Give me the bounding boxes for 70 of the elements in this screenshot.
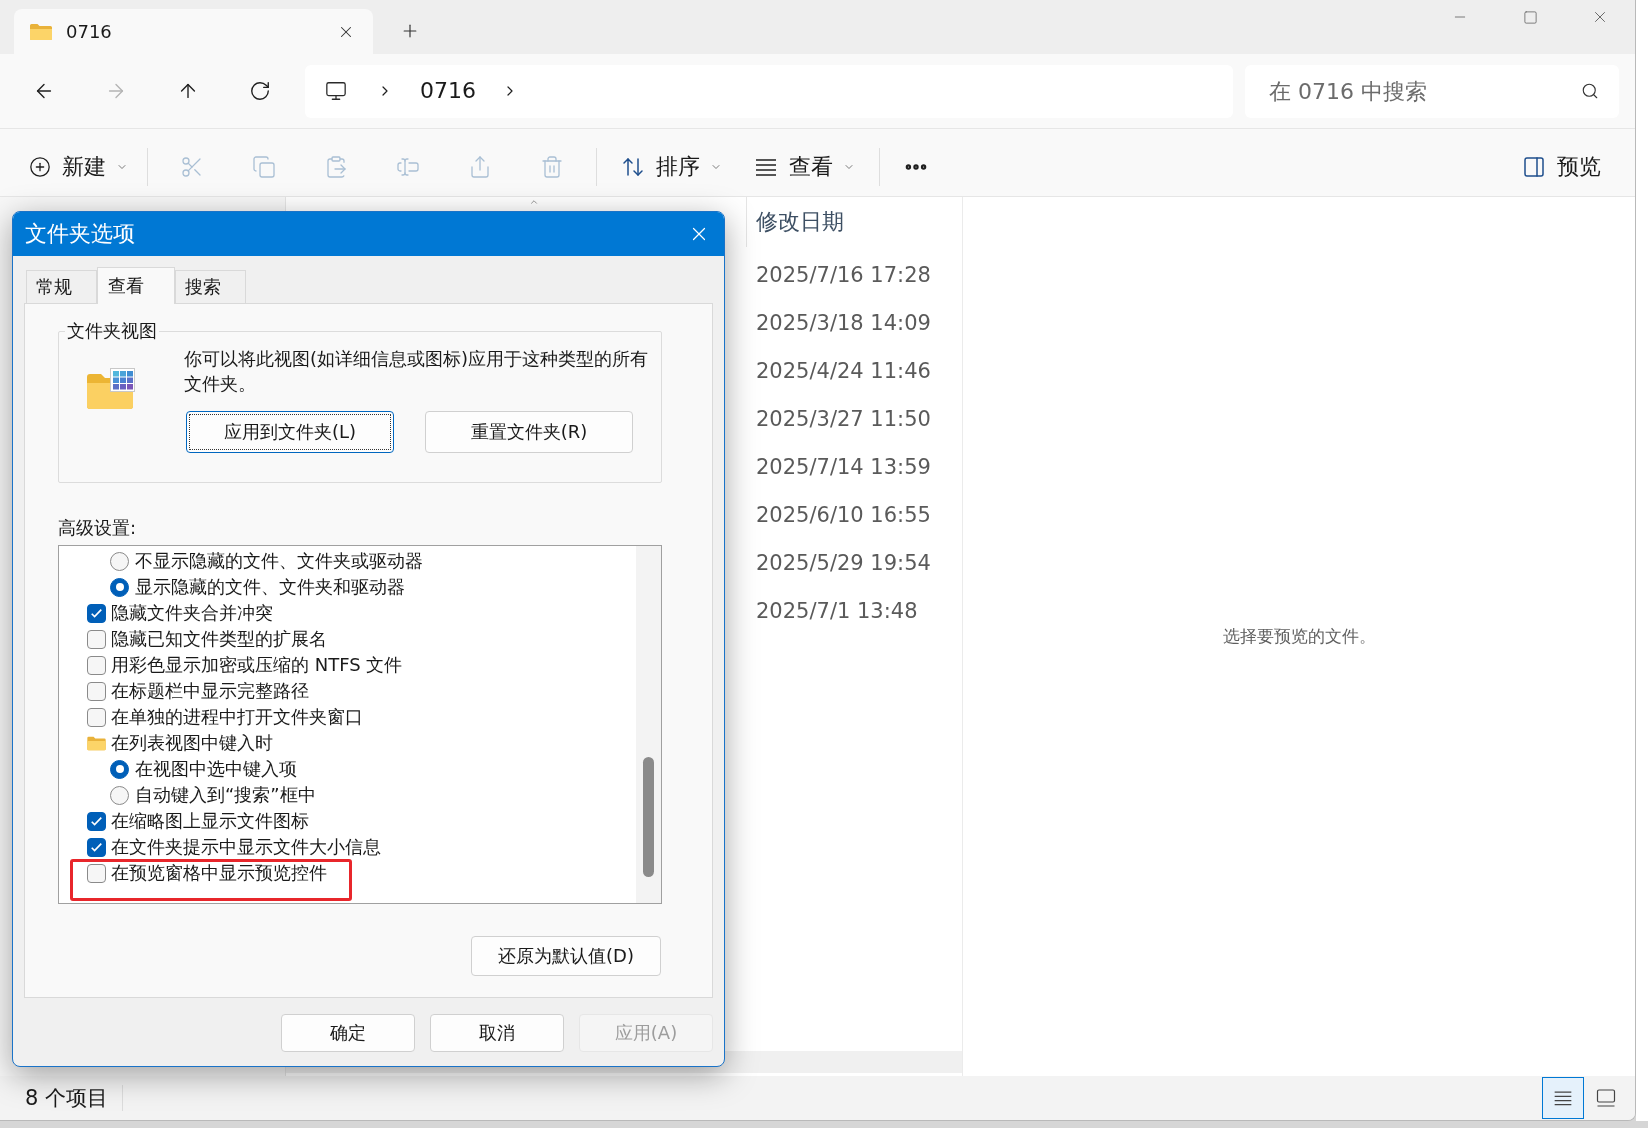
date-cell: 2025/7/14 13:59 — [756, 456, 931, 478]
dialog-title: 文件夹选项 — [25, 223, 135, 245]
group-title: 文件夹视图 — [66, 319, 158, 343]
checkbox[interactable] — [87, 655, 106, 675]
option-label: 在缩略图上显示文件图标 — [111, 812, 309, 830]
dialog-button[interactable]: 确定 — [281, 1014, 415, 1052]
date-cell: 2025/7/1 13:48 — [756, 600, 918, 622]
option-label: 在视图中选中键入项 — [135, 760, 297, 778]
option-label: 用彩色显示加密或压缩的 NTFS 文件 — [111, 656, 403, 674]
option-label: 隐藏已知文件类型的扩展名 — [111, 630, 327, 648]
option-label: 在预览窗格中显示预览控件 — [111, 864, 327, 882]
tab[interactable]: 常规 — [26, 270, 97, 303]
preview-message: 选择要预览的文件。 — [1222, 628, 1376, 645]
address-bar[interactable]: 0716 — [305, 64, 1233, 118]
date-cell: 2025/3/27 11:50 — [756, 408, 931, 430]
checkbox[interactable] — [87, 811, 106, 831]
details-view-button[interactable] — [1542, 1077, 1584, 1119]
maximize-icon[interactable] — [1522, 9, 1538, 25]
folder-grid-icon — [87, 368, 135, 409]
window-tab[interactable]: 0716 — [14, 9, 373, 54]
option-label: 隐藏文件夹合并冲突 — [111, 604, 273, 622]
option-label: 在单独的进程中打开文件夹窗口 — [111, 708, 363, 726]
breadcrumb-segment[interactable]: 0716 — [420, 80, 476, 102]
option-label: 在文件夹提示中显示文件大小信息 — [111, 838, 381, 856]
date-cell: 2025/3/18 14:09 — [756, 312, 931, 334]
checkbox[interactable] — [87, 629, 106, 649]
new-button[interactable]: 新建 — [18, 144, 139, 189]
option-label: 自动键入到“搜索”框中 — [135, 786, 316, 804]
sort-button[interactable]: 排序 — [605, 144, 738, 189]
checkmark-icon — [91, 842, 102, 852]
computer-icon — [325, 80, 347, 102]
folder-view-button[interactable]: 应用到文件夹(L) — [186, 411, 394, 453]
checkbox[interactable] — [87, 603, 106, 623]
checkmark-icon — [91, 608, 102, 618]
option-label: 在标题栏中显示完整路径 — [111, 682, 309, 700]
dialog-button[interactable]: 取消 — [430, 1014, 564, 1052]
date-cell: 2025/6/10 16:55 — [756, 504, 931, 526]
folder-icon — [30, 22, 52, 41]
checkbox[interactable] — [87, 837, 106, 857]
date-cell: 2025/5/29 19:54 — [756, 552, 931, 574]
option-label: 不显示隐藏的文件、文件夹或驱动器 — [135, 552, 423, 570]
tab[interactable]: 搜索 — [175, 270, 246, 303]
search-field[interactable]: 在 0716 中搜索 — [1245, 64, 1619, 118]
view-button[interactable]: 查看 — [738, 144, 871, 189]
date-cell: 2025/7/16 17:28 — [756, 264, 931, 286]
checkbox[interactable] — [87, 863, 106, 883]
option-label: 在列表视图中键入时 — [111, 734, 273, 752]
preview-button[interactable]: 预览 — [1506, 144, 1617, 189]
section-label: 高级设置: — [58, 516, 137, 540]
item-count: 8 个项目 — [24, 1087, 110, 1109]
description-text: 你可以将此视图(如详细信息或图标)应用于这种类型的所有文件夹。 — [184, 347, 650, 396]
refresh-icon[interactable] — [249, 80, 271, 102]
tab[interactable]: 查看 — [97, 267, 175, 304]
radio-button[interactable] — [110, 759, 129, 779]
option-label: 显示隐藏的文件、文件夹和驱动器 — [135, 578, 405, 596]
radio-button[interactable] — [110, 785, 129, 805]
folder-icon — [87, 735, 106, 751]
checkbox[interactable] — [87, 707, 106, 727]
search-icon[interactable] — [1581, 81, 1599, 100]
plus-circle-icon — [29, 155, 51, 178]
folder-view-button[interactable]: 重置文件夹(R) — [425, 411, 633, 453]
tiles-icon — [1596, 1088, 1616, 1108]
panel-icon — [1522, 154, 1546, 179]
restore-defaults-button[interactable]: 还原为默认值(D) — [471, 936, 661, 976]
radio-button[interactable] — [110, 551, 129, 571]
checkbox[interactable] — [87, 681, 106, 701]
checkmark-icon — [91, 816, 102, 826]
date-cell: 2025/4/24 11:46 — [756, 360, 931, 382]
vertical-scrollbar[interactable] — [636, 546, 661, 903]
radio-button[interactable] — [110, 577, 129, 597]
